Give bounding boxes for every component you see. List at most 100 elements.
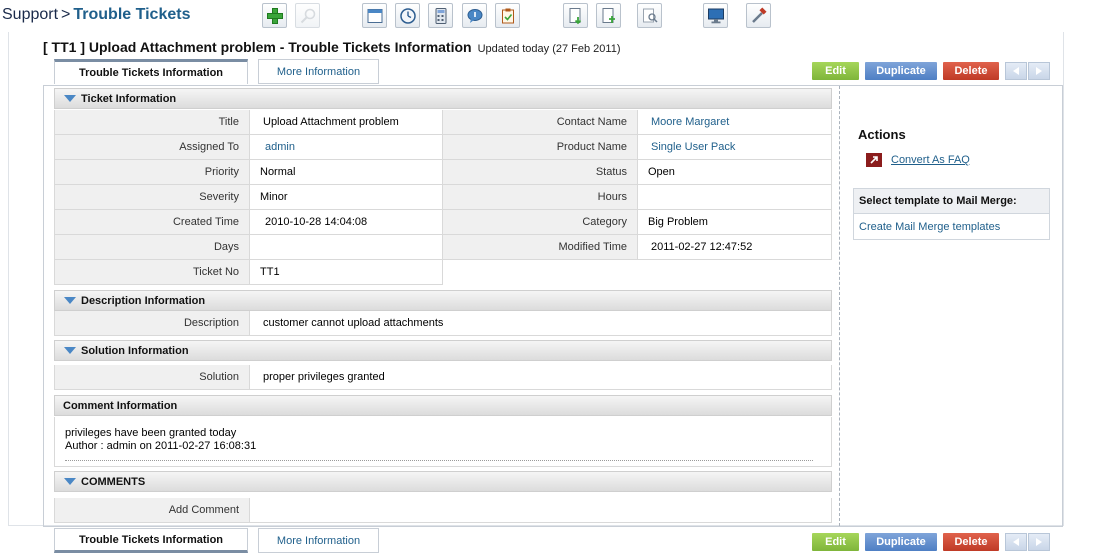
- delete-button[interactable]: Delete: [943, 533, 999, 551]
- field-value[interactable]: Open: [637, 160, 832, 185]
- breadcrumb-separator: >: [61, 6, 71, 23]
- action-buttons-bottom: Edit Duplicate Delete: [812, 533, 1050, 551]
- field-value[interactable]: Upload Attachment problem: [249, 110, 443, 135]
- section-title: Comment Information: [63, 399, 178, 412]
- add-icon[interactable]: [262, 3, 287, 28]
- tab-trouble-tickets-information[interactable]: Trouble Tickets Information: [54, 528, 248, 553]
- field-label: Category: [442, 210, 638, 235]
- field-label: Product Name: [442, 135, 638, 160]
- ticket-info-row: Days Modified Time 2011-02-27 12:47:52: [54, 235, 832, 260]
- record-title: [ TT1 ] Upload Attachment problem - Trou…: [43, 39, 472, 55]
- ticket-info-row: Severity Minor Hours: [54, 185, 832, 210]
- edit-button[interactable]: Edit: [812, 533, 859, 551]
- description-row: Description customer cannot upload attac…: [54, 311, 832, 336]
- field-label: Modified Time: [442, 235, 638, 260]
- collapse-triangle-icon[interactable]: [64, 95, 76, 102]
- field-value[interactable]: TT1: [249, 260, 443, 285]
- field-label: Days: [54, 235, 250, 260]
- field-value[interactable]: admin: [249, 135, 443, 160]
- field-value[interactable]: [249, 235, 443, 260]
- next-record-icon[interactable]: [1028, 62, 1050, 80]
- field-label: Description: [54, 311, 250, 336]
- add-comment-row: Add Comment: [54, 498, 832, 523]
- breadcrumb-current[interactable]: Trouble Tickets: [73, 6, 190, 23]
- field-label: Priority: [54, 160, 250, 185]
- solution-value[interactable]: proper privileges granted: [249, 365, 832, 390]
- monitor-icon[interactable]: [703, 3, 728, 28]
- import-icon[interactable]: [563, 3, 588, 28]
- tab-more-information[interactable]: More Information: [258, 59, 379, 84]
- search-icon[interactable]: [295, 3, 320, 28]
- find-duplicates-icon[interactable]: [637, 3, 662, 28]
- tab-more-information[interactable]: More Information: [258, 528, 379, 553]
- edit-button[interactable]: Edit: [812, 62, 859, 80]
- next-record-icon[interactable]: [1028, 533, 1050, 551]
- settings-tools-icon[interactable]: [746, 3, 771, 28]
- section-title: COMMENTS: [81, 475, 146, 488]
- section-title: Description Information: [81, 294, 206, 307]
- comment-separator: [65, 460, 813, 461]
- comment-author: Author : admin on 2011-02-27 16:08:31: [65, 440, 257, 452]
- field-label: Add Comment: [54, 498, 250, 523]
- ticket-information-header[interactable]: Ticket Information: [54, 88, 832, 109]
- field-label: Solution: [54, 365, 250, 390]
- field-value[interactable]: Single User Pack: [637, 135, 832, 160]
- create-mail-merge-templates-link[interactable]: Create Mail Merge templates: [854, 214, 1049, 239]
- duplicate-button[interactable]: Duplicate: [865, 62, 937, 80]
- comment-information-header: Comment Information: [54, 395, 832, 416]
- tab-bar-bottom: Trouble Tickets Information More Informa…: [54, 528, 379, 553]
- field-label: Hours: [442, 185, 638, 210]
- field-value[interactable]: Big Problem: [637, 210, 832, 235]
- mail-merge-box: Select template to Mail Merge: Create Ma…: [853, 188, 1050, 240]
- clipboard-icon[interactable]: [495, 3, 520, 28]
- description-information-header[interactable]: Description Information: [54, 290, 832, 311]
- field-label: Created Time: [54, 210, 250, 235]
- collapse-triangle-icon[interactable]: [64, 347, 76, 354]
- mail-merge-title: Select template to Mail Merge:: [854, 189, 1049, 214]
- ticket-info-row: Assigned To admin Product Name Single User …: [54, 135, 832, 160]
- previous-record-icon[interactable]: [1005, 62, 1027, 80]
- add-comment-field[interactable]: [249, 498, 832, 523]
- convert-as-faq-link[interactable]: Convert As FAQ: [866, 153, 970, 167]
- field-value[interactable]: 2010-10-28 14:04:08: [249, 210, 443, 235]
- convert-as-faq-label[interactable]: Convert As FAQ: [891, 154, 970, 166]
- collapse-triangle-icon[interactable]: [64, 297, 76, 304]
- ticket-info-row: Created Time 2010-10-28 14:04:08 Category B…: [54, 210, 832, 235]
- field-label: Status: [442, 160, 638, 185]
- field-value[interactable]: Minor: [249, 185, 443, 210]
- export-icon[interactable]: [596, 3, 621, 28]
- previous-record-icon[interactable]: [1005, 533, 1027, 551]
- field-value[interactable]: 2011-02-27 12:47:52: [637, 235, 832, 260]
- field-label: Severity: [54, 185, 250, 210]
- action-buttons-top: Edit Duplicate Delete: [812, 62, 1050, 80]
- comments-header[interactable]: COMMENTS: [54, 471, 832, 492]
- section-title: Solution Information: [81, 344, 189, 357]
- solution-information-header[interactable]: Solution Information: [54, 340, 832, 361]
- field-label: Assigned To: [54, 135, 250, 160]
- field-value[interactable]: [637, 185, 832, 210]
- duplicate-button[interactable]: Duplicate: [865, 533, 937, 551]
- record-title-row: [ TT1 ] Upload Attachment problem - Trou…: [43, 39, 621, 55]
- field-value[interactable]: Moore Margaret: [637, 110, 832, 135]
- record-updated: Updated today (27 Feb 2011): [477, 43, 621, 55]
- section-title: Ticket Information: [81, 92, 177, 105]
- tab-trouble-tickets-information[interactable]: Trouble Tickets Information: [54, 59, 248, 84]
- comment-entry: privileges have been granted today Autho…: [54, 417, 832, 467]
- delete-button[interactable]: Delete: [943, 62, 999, 80]
- arrow-up-right-icon[interactable]: [866, 153, 882, 167]
- field-value[interactable]: Normal: [249, 160, 443, 185]
- actions-title: Actions: [858, 127, 906, 142]
- breadcrumb: Support > Trouble Tickets: [2, 6, 190, 24]
- field-label: Contact Name: [442, 110, 638, 135]
- ticket-info-row: Title Upload Attachment problem Contact Na…: [54, 110, 832, 135]
- description-value[interactable]: customer cannot upload attachments: [249, 311, 832, 336]
- sidebar-divider: [839, 86, 840, 526]
- chat-icon[interactable]: [462, 3, 487, 28]
- clock-icon[interactable]: [395, 3, 420, 28]
- calendar-icon[interactable]: [362, 3, 387, 28]
- breadcrumb-module[interactable]: Support: [2, 6, 58, 23]
- calculator-icon[interactable]: [428, 3, 453, 28]
- solution-row: Solution proper privileges granted: [54, 365, 832, 390]
- collapse-triangle-icon[interactable]: [64, 478, 76, 485]
- tab-bar-top: Trouble Tickets Information More Informa…: [54, 59, 379, 84]
